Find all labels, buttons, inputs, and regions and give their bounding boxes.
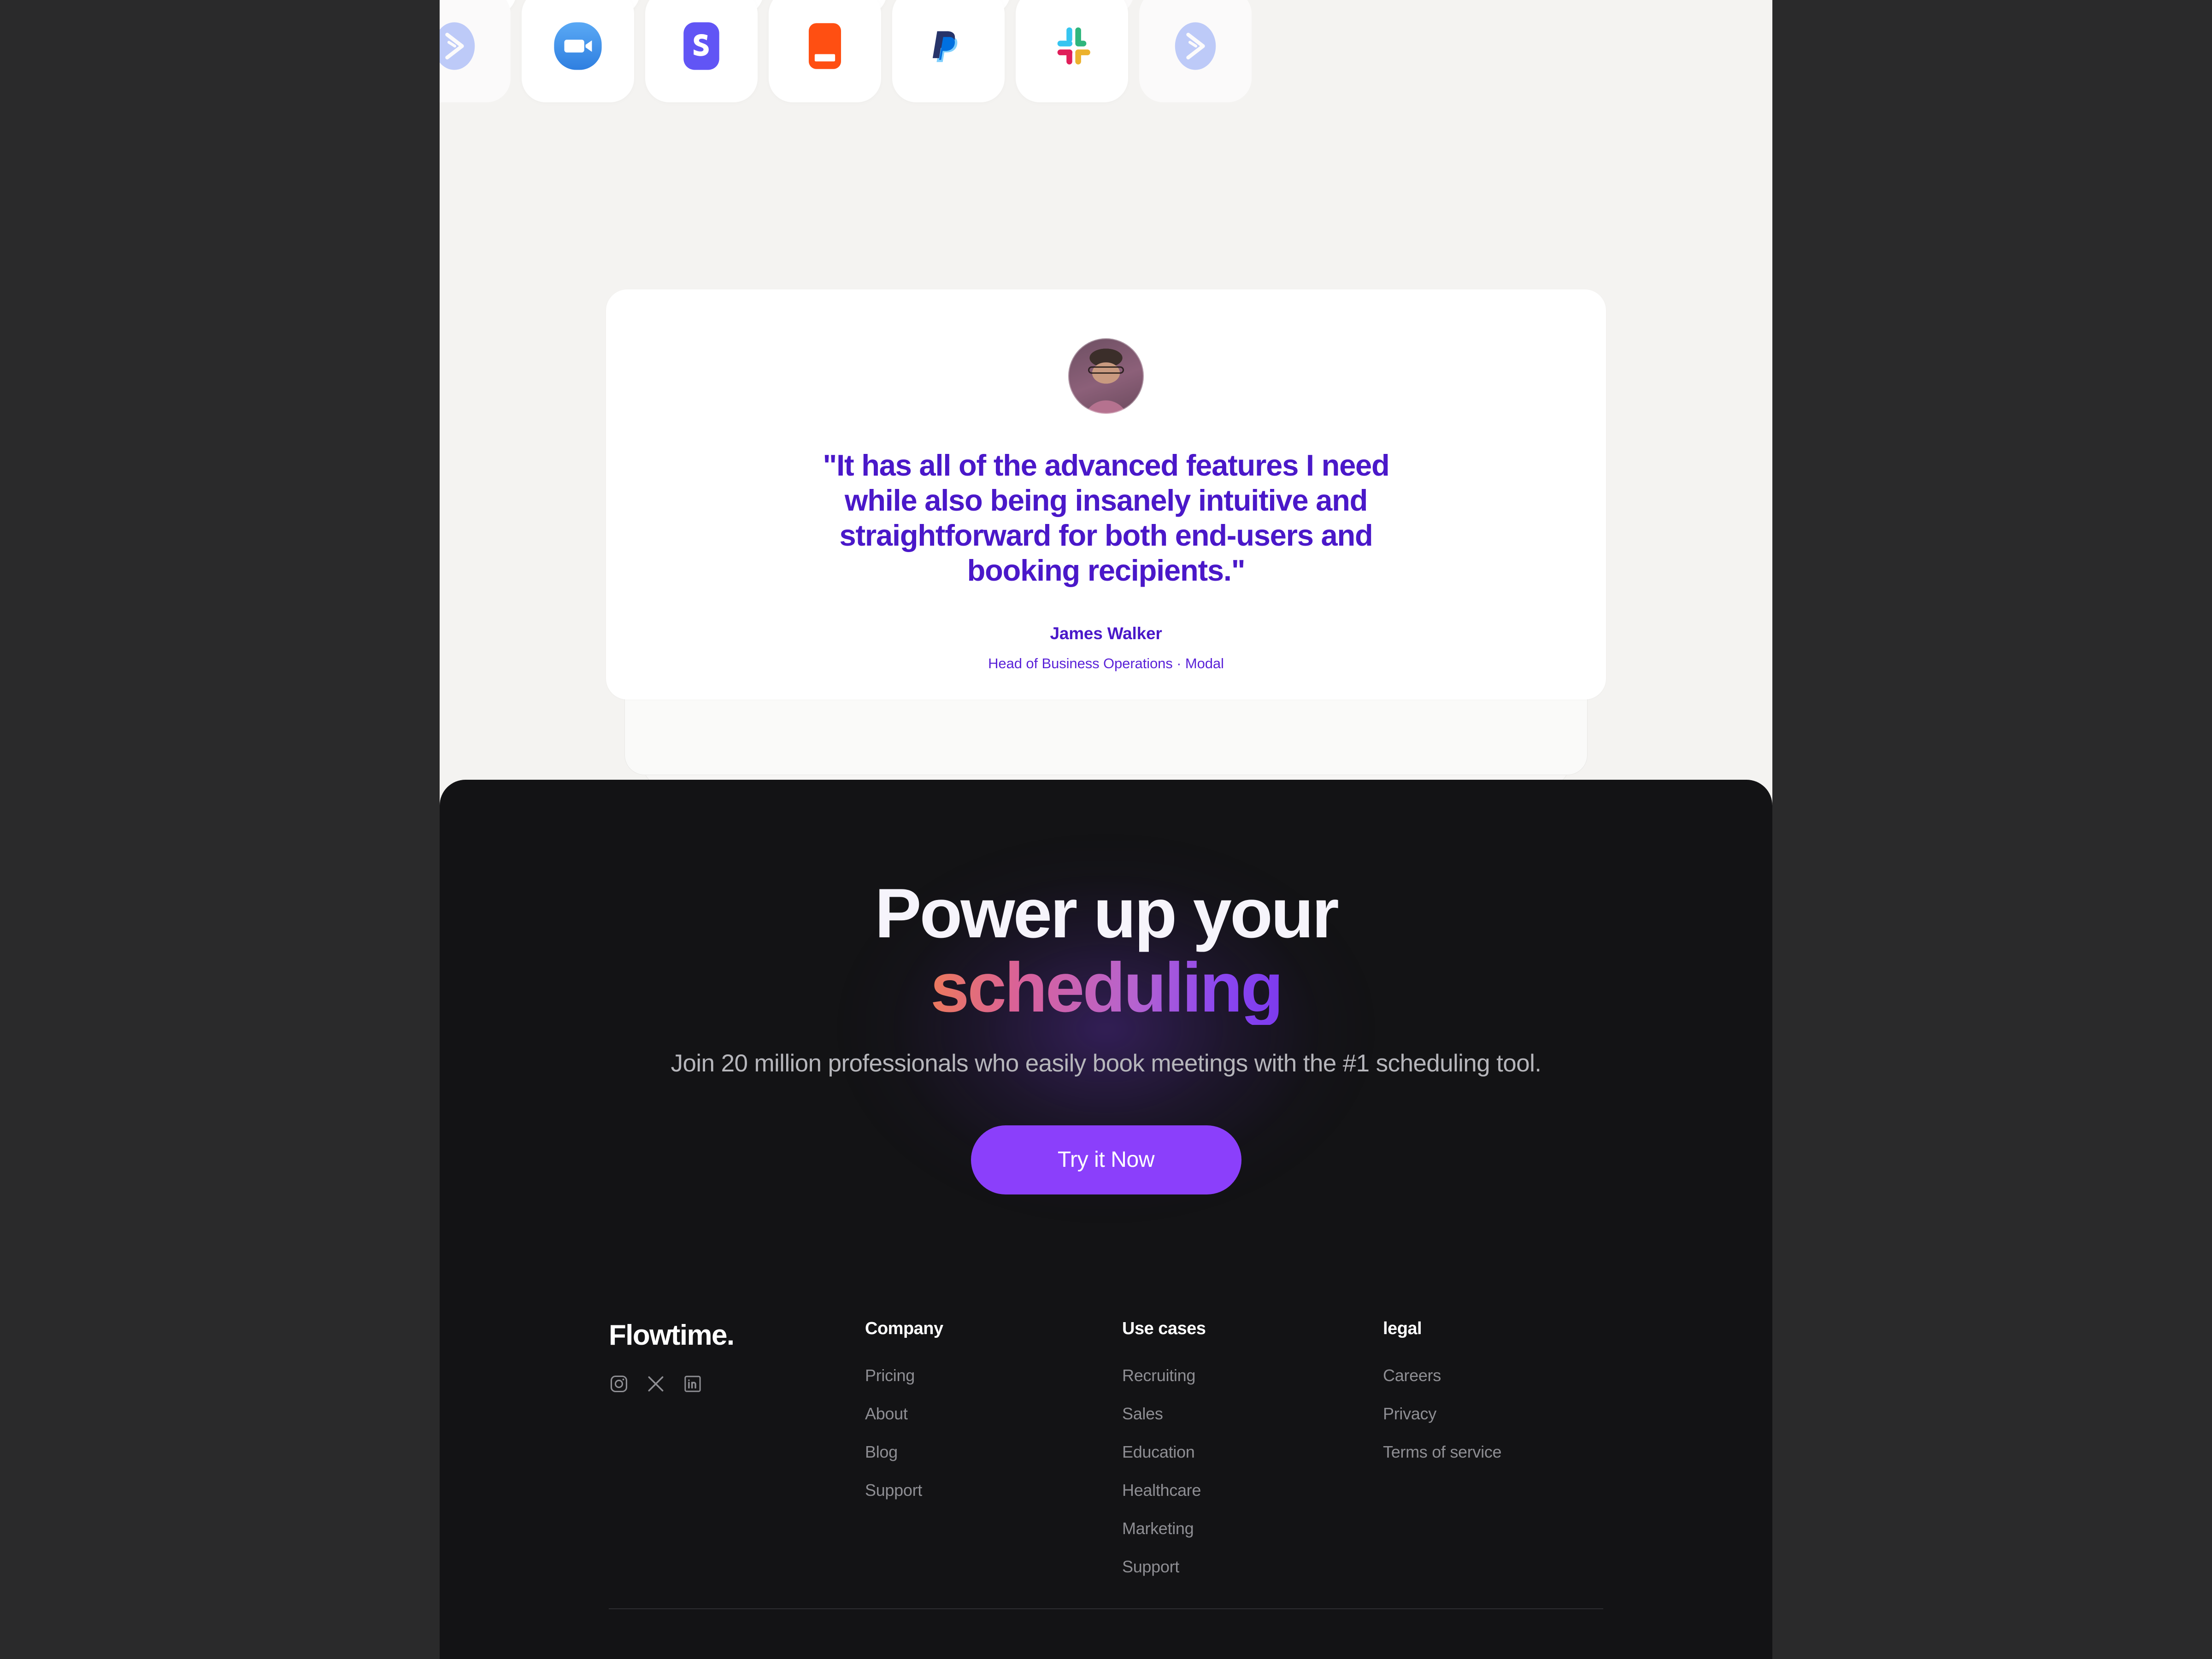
footer-link-about[interactable]: About [865,1404,1122,1424]
cta-block: Power up your scheduling Join 20 million… [440,780,1772,1194]
cta-subtext: Join 20 million professionals who easily… [671,1050,1541,1077]
footer-divider [609,1608,1603,1609]
footer-link-education[interactable]: Education [1122,1442,1383,1462]
footer-heading-use-cases: Use cases [1122,1318,1206,1338]
integrations-marquee [440,0,1772,230]
footer-link-blog[interactable]: Blog [865,1442,1122,1462]
linkedin-icon[interactable] [682,1374,703,1394]
integration-card-paypal[interactable] [892,0,1005,102]
activecampaign-icon [1168,19,1223,73]
social-links [609,1374,865,1394]
testimonial-author: James Walker [1050,624,1162,643]
footer-link-support-usecases[interactable]: Support [1122,1557,1383,1577]
slack-icon [1045,19,1099,73]
zoom-icon [551,19,605,73]
footer-link-healthcare[interactable]: Healthcare [1122,1481,1383,1500]
footer-heading-company: Company [865,1318,943,1338]
testimonial-role: Head of Business Operations · Modal [988,655,1224,672]
integration-card-zoom[interactable] [522,0,634,102]
footer-link-support[interactable]: Support [865,1481,1122,1500]
testimonial-section: "It has all of the advanced features I n… [440,276,1772,786]
brand-logo: Flowtime. [609,1319,735,1351]
integration-row-2 [440,0,1252,102]
testimonial-card: "It has all of the advanced features I n… [606,289,1606,700]
footer-heading-legal: legal [1383,1318,1422,1338]
landing-page: "It has all of the advanced features I n… [440,0,1772,1659]
footer-column-legal: legal Careers Privacy Terms of service [1383,1319,1603,1577]
integration-card-activecampaign[interactable] [1139,0,1252,102]
instagram-icon[interactable] [609,1374,629,1394]
x-twitter-icon[interactable] [646,1374,666,1394]
footer-column-use-cases: Use cases Recruiting Sales Education Hea… [1122,1319,1383,1577]
footer-link-sales[interactable]: Sales [1122,1404,1383,1424]
avatar [1068,338,1144,414]
cta-footer-section: Power up your scheduling Join 20 million… [440,780,1772,1659]
testimonial-quote: "It has all of the advanced features I n… [823,448,1389,588]
footer-link-careers[interactable]: Careers [1383,1366,1603,1385]
hubspot-icon [798,19,852,73]
footer-brand-column: Flowtime. [609,1319,865,1577]
footer-column-company: Company Pricing About Blog Support [865,1319,1122,1577]
cta-heading-line1: Power up your [875,874,1339,953]
footer-link-privacy[interactable]: Privacy [1383,1404,1603,1424]
activecampaign-icon [440,19,482,73]
paypal-icon [921,19,976,73]
cta-heading-line2: scheduling [930,948,1283,1027]
stripe-icon [674,19,729,73]
integration-card-slack[interactable] [1016,0,1128,102]
footer-link-marketing[interactable]: Marketing [1122,1519,1383,1538]
footer-link-terms[interactable]: Terms of service [1383,1442,1603,1462]
footer-link-recruiting[interactable]: Recruiting [1122,1366,1383,1385]
footer: Flowtime. Company Pricing About Blog Sup… [609,1194,1603,1577]
integration-card-hubspot[interactable] [769,0,881,102]
cta-heading: Power up your scheduling [440,874,1772,1027]
integration-card-activecampaign[interactable] [440,0,511,102]
integration-card-stripe[interactable] [645,0,758,102]
try-it-now-button[interactable]: Try it Now [971,1125,1241,1194]
footer-link-pricing[interactable]: Pricing [865,1366,1122,1385]
